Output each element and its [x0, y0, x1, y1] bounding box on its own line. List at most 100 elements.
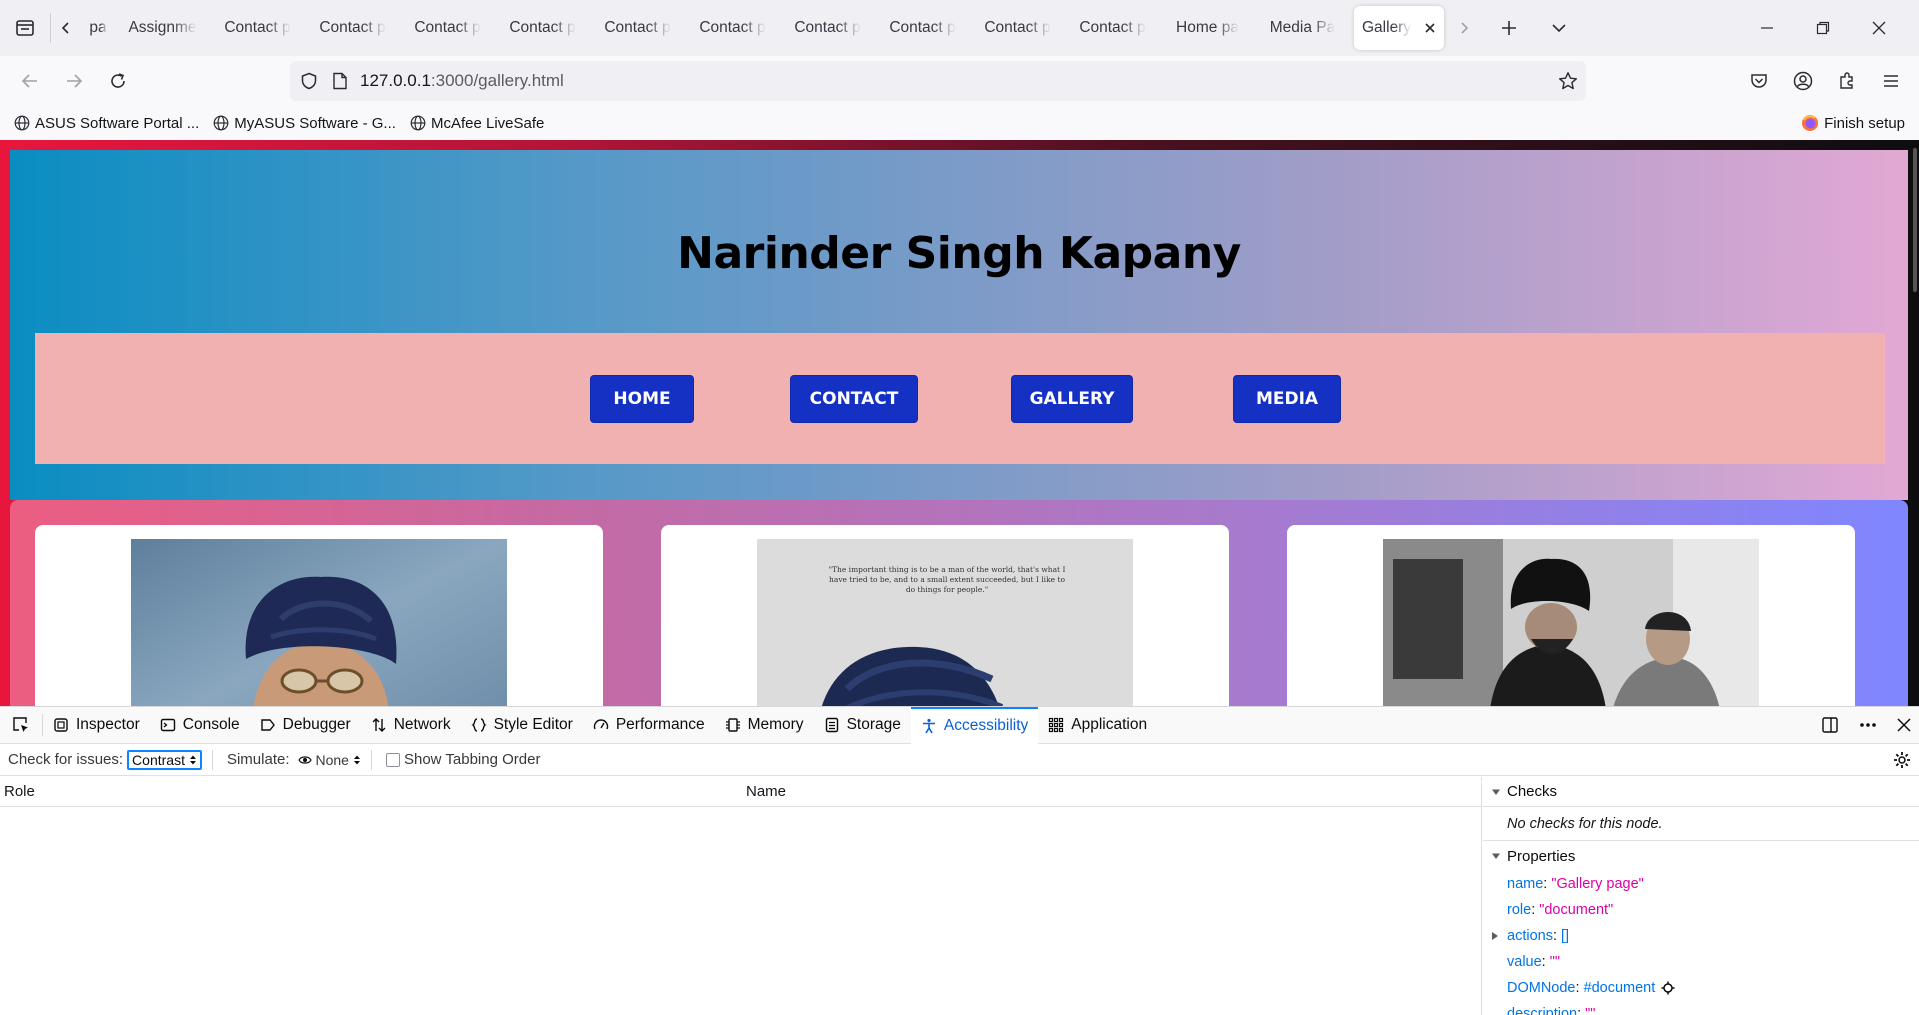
- property-row[interactable]: actions:[]: [1483, 923, 1919, 949]
- devtools-tab-console[interactable]: Console: [150, 707, 250, 744]
- property-value[interactable]: #document: [1584, 980, 1656, 996]
- check-for-issues-value: Contrast: [132, 751, 185, 768]
- tab-0[interactable]: pa: [81, 6, 115, 50]
- page-icon[interactable]: [332, 72, 348, 90]
- page-scrollbar[interactable]: [1913, 148, 1917, 292]
- contact-nav-button[interactable]: CONTACT: [790, 375, 918, 423]
- bw-photo[interactable]: [1383, 539, 1759, 706]
- devtools-tab-inspector[interactable]: Inspector: [43, 707, 150, 744]
- bookmarks-toolbar: ASUS Software Portal ... MyASUS Software…: [0, 106, 1919, 140]
- check-for-issues-select[interactable]: Contrast: [127, 749, 202, 770]
- restore-button[interactable]: [1795, 0, 1851, 56]
- simulate-select[interactable]: None: [297, 752, 361, 768]
- tab-6[interactable]: Contact p: [590, 6, 685, 50]
- extensions-button[interactable]: [1825, 61, 1869, 101]
- application-icon: [1049, 717, 1064, 733]
- page-viewport: Narinder Singh Kapany HOME CONTACT GALLE…: [0, 140, 1919, 706]
- site-nav-bar: HOME CONTACT GALLERY MEDIA: [35, 333, 1885, 464]
- tab-2[interactable]: Contact p: [210, 6, 305, 50]
- tab-5[interactable]: Contact p: [495, 6, 590, 50]
- shield-icon[interactable]: [300, 72, 318, 90]
- account-button[interactable]: [1781, 61, 1825, 101]
- tab-1[interactable]: Assignme: [115, 6, 210, 50]
- twisty-closed-icon[interactable]: [1491, 931, 1499, 941]
- app-menu-button[interactable]: [1869, 61, 1913, 101]
- devtools-tab-memory[interactable]: Memory: [715, 707, 814, 744]
- gallery-card: [35, 525, 603, 706]
- url-bar[interactable]: 127.0.0.1:3000/gallery.html: [290, 61, 1586, 101]
- tab-11[interactable]: Contact p: [1065, 6, 1160, 50]
- arrow-right-icon: [67, 74, 83, 88]
- plus-icon: [1502, 21, 1516, 35]
- forward-button[interactable]: [52, 61, 96, 101]
- close-tab-icon[interactable]: [1424, 22, 1436, 34]
- media-nav-button[interactable]: MEDIA: [1233, 375, 1341, 423]
- close-window-button[interactable]: [1851, 0, 1907, 56]
- tab-label: Contact p: [509, 19, 576, 36]
- puzzle-icon: [1840, 72, 1853, 89]
- tab-10[interactable]: Contact p: [970, 6, 1065, 50]
- pocket-button[interactable]: [1737, 61, 1781, 101]
- tab-8[interactable]: Contact p: [780, 6, 875, 50]
- portrait-photo[interactable]: [131, 539, 507, 706]
- tab-label: Contact p: [224, 19, 291, 36]
- role-column-header[interactable]: Role: [4, 783, 35, 800]
- home-nav-button[interactable]: HOME: [590, 375, 694, 423]
- devtools-tab-storage[interactable]: Storage: [814, 707, 911, 744]
- devtools-tab-style-editor[interactable]: Style Editor: [461, 707, 583, 744]
- bookmark-label: McAfee LiveSafe: [430, 114, 545, 132]
- devtools-toolbar: Inspector Console Debugger Network Style…: [0, 706, 1919, 744]
- tab-label: Application: [1071, 716, 1148, 733]
- arrow-left-icon: [21, 74, 37, 88]
- navigation-toolbar: 127.0.0.1:3000/gallery.html: [0, 56, 1919, 106]
- network-icon: [372, 718, 386, 732]
- tab-scroll-right-button[interactable]: [1444, 0, 1484, 56]
- property-value: "": [1549, 954, 1560, 970]
- close-devtools-button[interactable]: [1887, 707, 1919, 744]
- accessibility-tree: Role Name: [0, 777, 1482, 1015]
- quote-photo[interactable]: "The important thing is to be a man of t…: [757, 539, 1133, 706]
- minimize-button[interactable]: [1739, 0, 1795, 56]
- tab-3[interactable]: Contact p: [305, 6, 400, 50]
- tab-7[interactable]: Contact p: [685, 6, 780, 50]
- inspect-node-icon[interactable]: [1661, 981, 1675, 995]
- debugger-icon: [260, 719, 275, 731]
- bookmark-asus-software-portal[interactable]: ASUS Software Portal ...: [14, 115, 199, 132]
- name-column-header[interactable]: Name: [746, 783, 786, 800]
- tab-9[interactable]: Contact p: [875, 6, 970, 50]
- show-tabbing-order-checkbox[interactable]: [385, 752, 400, 767]
- bookmark-myasus-software[interactable]: MyASUS Software - G...: [213, 115, 396, 132]
- show-tabbing-order-label: Show Tabbing Order: [403, 751, 541, 768]
- property-value: "Gallery page": [1551, 876, 1644, 892]
- accessibility-toolbar: Check for issues: Contrast Simulate: Non…: [0, 744, 1919, 776]
- dock-side-button[interactable]: [1811, 707, 1849, 744]
- element-picker-button[interactable]: [0, 707, 42, 744]
- reload-button[interactable]: [96, 61, 140, 101]
- tab-gallery-active[interactable]: Gallery: [1354, 6, 1444, 50]
- devtools-tab-debugger[interactable]: Debugger: [250, 707, 361, 744]
- bookmark-mcafee-livesafe[interactable]: McAfee LiveSafe: [410, 115, 544, 132]
- bookmark-star-icon[interactable]: [1558, 71, 1578, 91]
- reload-icon: [111, 73, 125, 88]
- tab-4[interactable]: Contact p: [400, 6, 495, 50]
- tab-13[interactable]: Media Pa: [1255, 6, 1350, 50]
- devtools-tab-accessibility[interactable]: Accessibility: [910, 706, 1039, 744]
- memory-icon: [725, 718, 740, 732]
- back-button[interactable]: [8, 61, 52, 101]
- devtools-tab-performance[interactable]: Performance: [583, 707, 715, 744]
- properties-section-header[interactable]: Properties: [1483, 841, 1919, 871]
- devtools-tab-application[interactable]: Application: [1038, 707, 1157, 744]
- devtools-options-button[interactable]: [1849, 707, 1887, 744]
- settings-gear-icon[interactable]: [1893, 751, 1911, 769]
- tab-scroll-left-button[interactable]: [51, 0, 81, 56]
- devtools-tab-network[interactable]: Network: [361, 707, 461, 744]
- new-tab-button[interactable]: [1484, 0, 1534, 56]
- checks-section-header[interactable]: Checks: [1483, 777, 1919, 807]
- finish-setup-button[interactable]: Finish setup: [1801, 114, 1905, 132]
- gallery-nav-button[interactable]: GALLERY: [1011, 375, 1133, 423]
- list-all-tabs-button[interactable]: [1534, 0, 1584, 56]
- style-editor-icon: [471, 718, 487, 732]
- more-options-icon: [1860, 723, 1876, 727]
- firefox-view-button[interactable]: [0, 0, 50, 56]
- tab-12[interactable]: Home pa: [1160, 6, 1255, 50]
